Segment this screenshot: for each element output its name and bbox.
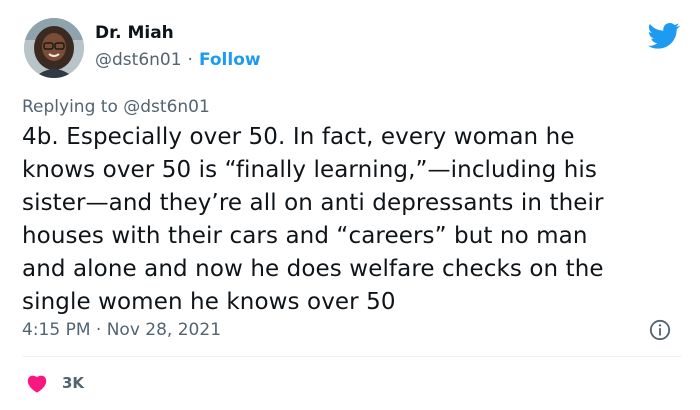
avatar-image xyxy=(24,18,84,78)
tweet-line: 4b. Especially over 50. In fact, every w… xyxy=(22,124,575,150)
twitter-bird-icon[interactable] xyxy=(648,22,680,50)
info-icon[interactable] xyxy=(649,319,671,341)
like-count[interactable]: 3K xyxy=(62,374,84,392)
display-name[interactable]: Dr. Miah xyxy=(95,22,261,44)
follow-button[interactable]: Follow xyxy=(199,50,261,70)
author-handle[interactable]: @dst6n01 xyxy=(95,50,182,70)
heart-icon[interactable] xyxy=(26,373,48,393)
handle-line: @dst6n01 · Follow xyxy=(95,48,261,72)
tweet-line: houses with their cars and “careers” but… xyxy=(22,223,588,249)
tweet-line: and alone and now he does welfare checks… xyxy=(22,256,604,282)
replying-prefix: Replying to xyxy=(22,97,118,117)
separator-dot: · xyxy=(187,50,193,70)
tweet-time: 4:15 PM xyxy=(22,320,91,340)
divider xyxy=(22,356,682,357)
tweet-header: Dr. Miah @dst6n01 · Follow xyxy=(22,16,682,82)
replying-mention[interactable]: @dst6n01 xyxy=(123,97,210,117)
author-block: Dr. Miah @dst6n01 · Follow xyxy=(95,22,261,72)
avatar[interactable] xyxy=(24,18,84,78)
engagement-bar: 3K xyxy=(26,370,84,396)
tweet-line: sister—and they’re all on anti depressan… xyxy=(22,190,604,216)
separator-dot: · xyxy=(95,320,102,340)
tweet-timestamp[interactable]: 4:15 PM · Nov 28, 2021 xyxy=(22,318,221,342)
replying-to: Replying to @dst6n01 xyxy=(22,95,210,119)
tweet-line: knows over 50 is “finally learning,”—inc… xyxy=(22,157,597,183)
tweet-text: 4b. Especially over 50. In fact, every w… xyxy=(22,121,682,319)
tweet-line: single women he knows over 50 xyxy=(22,289,396,315)
tweet-date: Nov 28, 2021 xyxy=(106,320,222,340)
